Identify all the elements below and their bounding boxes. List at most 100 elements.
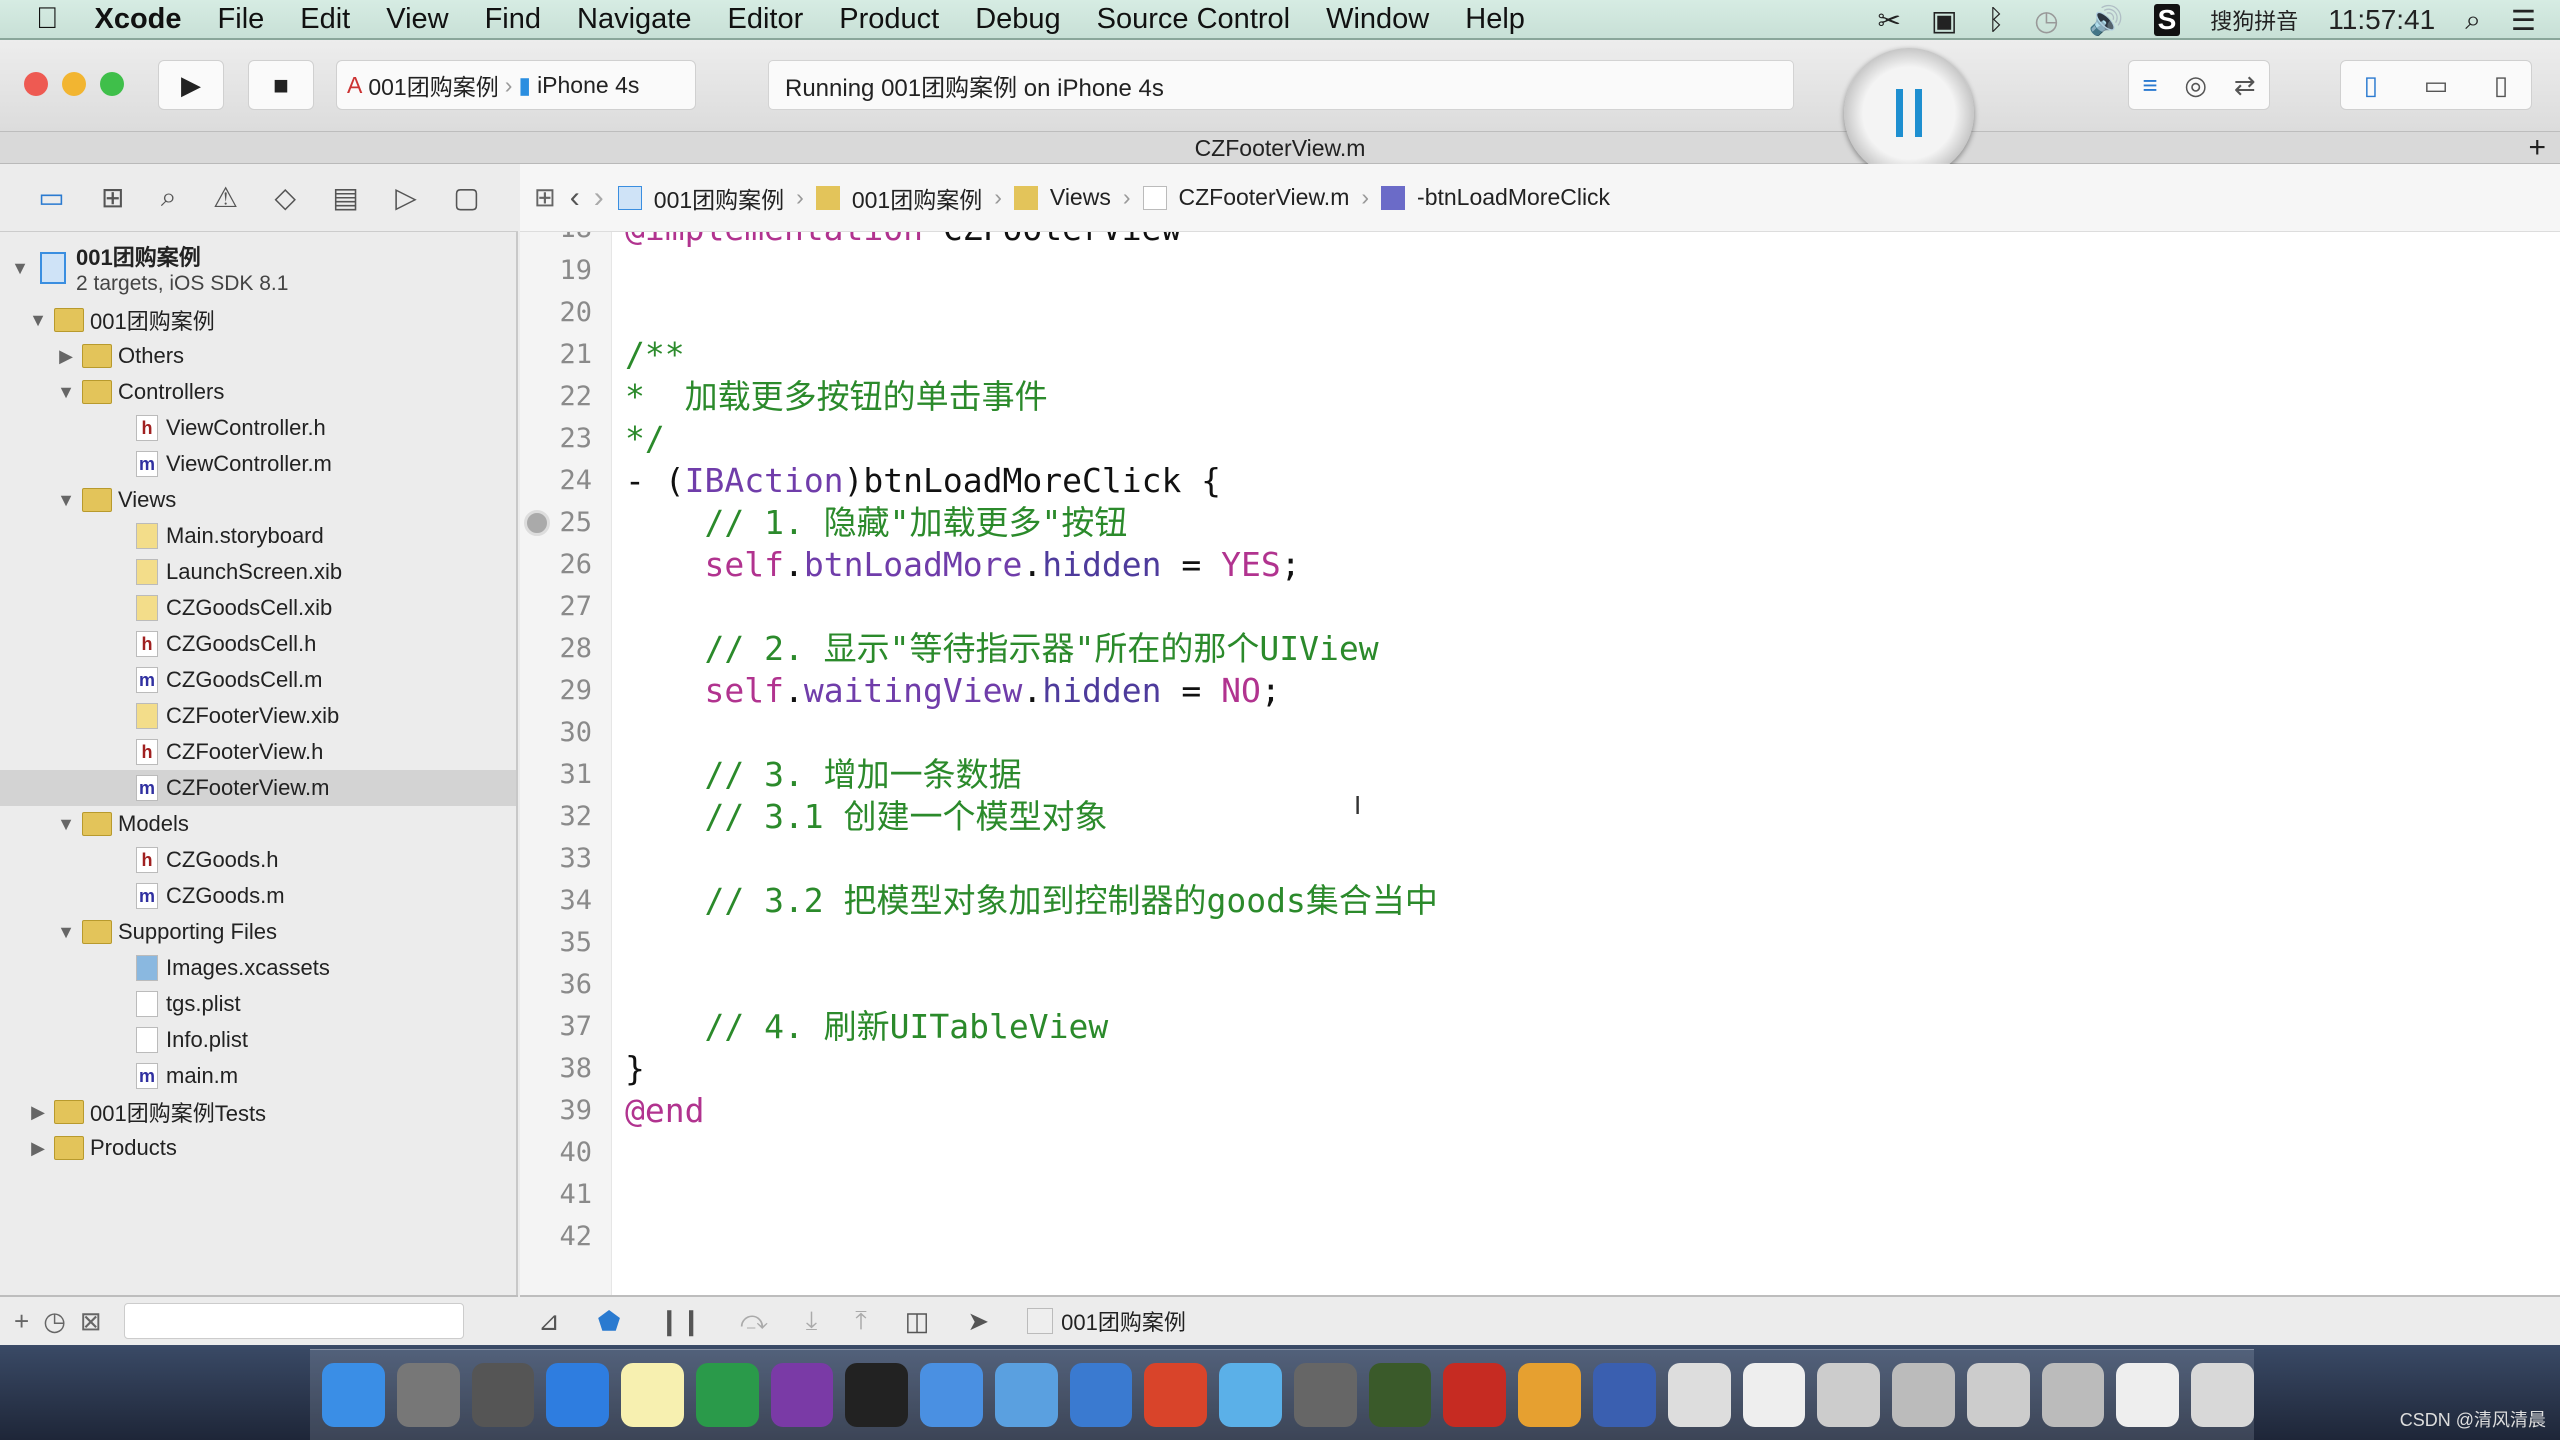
- folder-icon[interactable]: [920, 1363, 983, 1427]
- window-3-icon[interactable]: [1966, 1363, 2030, 1427]
- jump-bar-item[interactable]: -btnLoadMoreClick: [1417, 184, 1610, 211]
- file-tree-item[interactable]: ▶ 001团购案例Tests: [0, 1094, 516, 1130]
- assistant-editor-icon[interactable]: ◎: [2184, 70, 2207, 101]
- disclosure-triangle-icon[interactable]: ▶: [28, 1102, 48, 1123]
- file-tree-item[interactable]: ▶ Others: [0, 338, 516, 374]
- screenshot-icon[interactable]: [1219, 1363, 1282, 1427]
- file-tree-item[interactable]: Main.storyboard: [0, 518, 516, 554]
- tab-czfooterview[interactable]: CZFooterView.m: [1195, 135, 1366, 161]
- menu-find[interactable]: Find: [485, 3, 541, 36]
- add-tab-button[interactable]: +: [2528, 132, 2546, 164]
- disclosure-triangle-icon[interactable]: ▼: [28, 310, 48, 331]
- recent-files-icon[interactable]: ◷: [43, 1306, 66, 1337]
- bluetooth-icon[interactable]: ᛒ: [1987, 4, 2004, 36]
- symbol-navigator-icon[interactable]: ⊞: [101, 181, 124, 214]
- hide-debug-area-icon[interactable]: ⊿: [538, 1306, 560, 1337]
- menu-editor[interactable]: Editor: [727, 3, 803, 36]
- filezilla-icon[interactable]: [1443, 1363, 1507, 1427]
- file-tree-item[interactable]: LaunchScreen.xib: [0, 554, 516, 590]
- code-line[interactable]: // 2. 显示"等待指示器"所在的那个UIView: [625, 628, 1378, 670]
- navigator-toggle-icon[interactable]: ▯: [2364, 70, 2378, 101]
- code-line[interactable]: self.waitingView.hidden = NO;: [625, 670, 1280, 712]
- step-out-icon[interactable]: ⤒: [855, 1305, 867, 1337]
- jump-bar-item[interactable]: Views: [1050, 184, 1111, 211]
- menu-debug[interactable]: Debug: [975, 3, 1060, 36]
- xcode-instruments-icon[interactable]: [994, 1363, 1058, 1427]
- robinhood-icon[interactable]: [1368, 1363, 1432, 1427]
- code-line[interactable]: // 4. 刷新UITableView: [625, 1006, 1108, 1048]
- menu-source-control[interactable]: Source Control: [1097, 3, 1290, 36]
- back-button[interactable]: ‹: [570, 181, 580, 215]
- forward-button[interactable]: ›: [594, 181, 604, 215]
- menu-navigate[interactable]: Navigate: [577, 3, 691, 36]
- close-window-button[interactable]: [24, 72, 48, 96]
- code-line[interactable]: // 3.2 把模型对象加到控制器的goods集合当中: [625, 880, 1437, 922]
- file-tree-item[interactable]: m main.m: [0, 1058, 516, 1094]
- code-line[interactable]: // 1. 隐藏"加载更多"按钮: [625, 502, 1127, 544]
- notes-icon[interactable]: [621, 1363, 684, 1427]
- file-tree-item[interactable]: h CZGoods.h: [0, 842, 516, 878]
- standard-editor-icon[interactable]: ≡: [2142, 70, 2157, 101]
- system-preferences-icon[interactable]: [396, 1363, 460, 1427]
- menu-window[interactable]: Window: [1326, 3, 1429, 36]
- disclosure-triangle-icon[interactable]: ▼: [56, 490, 76, 511]
- step-into-icon[interactable]: ⤓: [806, 1305, 818, 1337]
- code-line[interactable]: @implementation CZFooterView: [625, 232, 1181, 250]
- debug-navigator-icon[interactable]: ▤: [332, 181, 358, 214]
- powerpoint-icon[interactable]: [1144, 1363, 1208, 1427]
- debug-area-toggle-icon[interactable]: ▭: [2424, 70, 2449, 101]
- code-line[interactable]: self.btnLoadMore.hidden = YES;: [625, 544, 1300, 586]
- trash-icon[interactable]: [2191, 1363, 2254, 1427]
- window-5-icon[interactable]: [2116, 1363, 2180, 1427]
- file-tree-item[interactable]: ▶ Products: [0, 1130, 516, 1166]
- file-tree-item[interactable]: ▼ Models: [0, 806, 516, 842]
- code-line[interactable]: - (IBAction)btnLoadMoreClick {: [625, 460, 1221, 502]
- jump-bar-item[interactable]: 001团购案例: [654, 181, 784, 215]
- jump-bar-item[interactable]: CZFooterView.m: [1179, 184, 1350, 211]
- time-machine-icon[interactable]: ◷: [2034, 4, 2058, 37]
- code-line[interactable]: @end: [625, 1090, 704, 1132]
- pause-recording-button[interactable]: [1844, 48, 1974, 178]
- simulate-location-icon[interactable]: ➤: [967, 1306, 989, 1337]
- clock[interactable]: 11:57:41: [2328, 4, 2435, 36]
- breakpoint-navigator-icon[interactable]: ▷: [395, 181, 417, 214]
- window-1-icon[interactable]: [1817, 1363, 1881, 1427]
- notification-center-icon[interactable]: ☰: [2511, 4, 2536, 37]
- file-tree-item[interactable]: CZGoodsCell.xib: [0, 590, 516, 626]
- file-tree-item[interactable]: h ViewController.h: [0, 410, 516, 446]
- file-tree-item[interactable]: h CZGoodsCell.h: [0, 626, 516, 662]
- file-tree-item[interactable]: Images.xcassets: [0, 950, 516, 986]
- step-over-icon[interactable]: ⤼: [740, 1305, 768, 1337]
- safari-icon[interactable]: [546, 1363, 610, 1427]
- code-line[interactable]: */: [625, 418, 665, 460]
- preview-icon[interactable]: [1667, 1363, 1731, 1427]
- volume-icon[interactable]: 🔊: [2089, 4, 2124, 37]
- find-navigator-icon[interactable]: ⌕: [161, 181, 177, 214]
- utilities-toggle-icon[interactable]: ▯: [2494, 70, 2508, 101]
- file-tree-item[interactable]: m CZGoodsCell.m: [0, 662, 516, 698]
- finder-icon[interactable]: [322, 1363, 385, 1427]
- file-tree-item[interactable]: m ViewController.m: [0, 446, 516, 482]
- code-line[interactable]: /**: [625, 334, 685, 376]
- menu-help[interactable]: Help: [1465, 3, 1525, 36]
- disclosure-triangle-icon[interactable]: ▶: [56, 346, 76, 367]
- report-navigator-icon[interactable]: ▢: [453, 181, 479, 214]
- stop-button[interactable]: ■: [248, 60, 314, 110]
- file-tree-item[interactable]: m CZGoods.m: [0, 878, 516, 914]
- file-tree-item[interactable]: ▼ Supporting Files: [0, 914, 516, 950]
- file-tree-item[interactable]: ▼ Controllers: [0, 374, 516, 410]
- scm-status-filter-icon[interactable]: ⊠: [80, 1306, 102, 1337]
- related-items-icon[interactable]: ⊞: [534, 182, 556, 213]
- jump-bar-item[interactable]: 001团购案例: [852, 181, 982, 215]
- excel-icon[interactable]: [695, 1363, 759, 1427]
- issue-navigator-icon[interactable]: ⚠: [213, 181, 238, 214]
- onenote-icon[interactable]: [770, 1363, 834, 1427]
- zoom-window-button[interactable]: [100, 72, 124, 96]
- project-root[interactable]: ▼ 001团购案例 2 targets, iOS SDK 8.1: [0, 240, 516, 296]
- code-line[interactable]: // 3. 增加一条数据: [625, 754, 1021, 796]
- window-2-icon[interactable]: [1892, 1363, 1955, 1427]
- file-tree-item[interactable]: CZFooterView.xib: [0, 698, 516, 734]
- input-method-label[interactable]: 搜狗拼音: [2210, 4, 2298, 36]
- breakpoint-marker-icon[interactable]: [524, 510, 550, 536]
- file-tree-item[interactable]: m CZFooterView.m: [0, 770, 516, 806]
